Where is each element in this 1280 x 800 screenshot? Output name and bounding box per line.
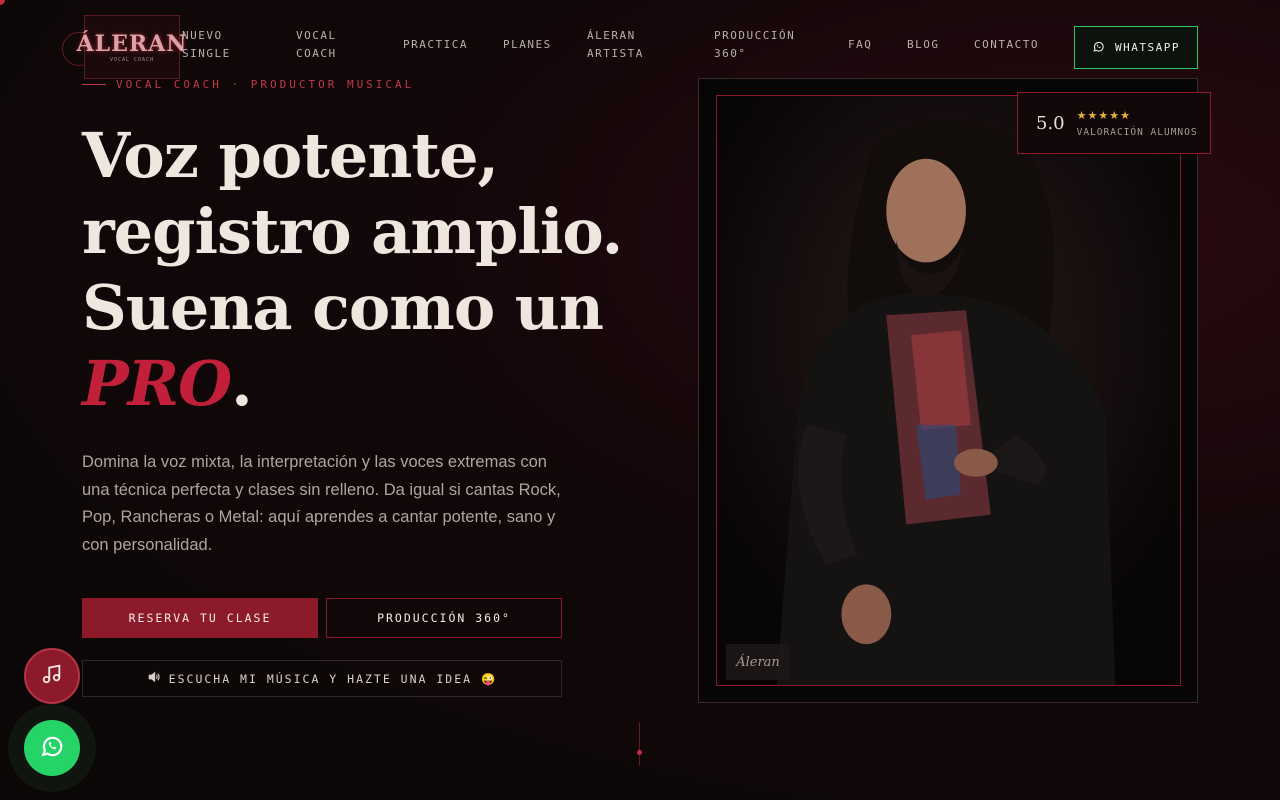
nav-item-contacto[interactable]: CONTACTO [974,36,1039,54]
headline-line-3: Suena como un [82,271,604,344]
hero-eyebrow: VOCAL COACH · PRODUCTOR MUSICAL [82,78,414,91]
listen-music-button[interactable]: ESCUCHA MI MÚSICA Y HAZTE UNA IDEA 😜 [82,660,562,697]
rating-badge: 5.0 ★★★★★ VALORACIÓN ALUMNOS [1017,92,1211,154]
headline-line-2: registro amplio. [82,195,623,268]
speaker-icon [147,670,161,687]
rating-details: ★★★★★ VALORACIÓN ALUMNOS [1077,109,1198,138]
listen-music-label: ESCUCHA MI MÚSICA Y HAZTE UNA IDEA 😜 [168,671,498,686]
corner-dot [0,0,5,5]
logo-subtext: VOCAL COACH [109,57,155,63]
logo[interactable]: ÁLERAN VOCAL COACH [77,15,186,79]
nav-item-practica[interactable]: PRACTICA [403,36,468,54]
rating-label: VALORACIÓN ALUMNOS [1076,126,1198,138]
headline-period: . [231,347,253,420]
nav-item-blog[interactable]: BLOG [907,36,940,54]
music-note-icon [41,663,63,690]
eyebrow-text: VOCAL COACH · PRODUCTOR MUSICAL [116,78,415,91]
photo-caption: Áleran [726,644,790,680]
whatsapp-icon [39,733,65,764]
whatsapp-header-button[interactable]: WHATSAPP [1074,26,1198,69]
whatsapp-icon [1092,40,1105,56]
nav-item-planes[interactable]: PLANES [503,36,552,54]
nav-item-vocal-coach[interactable]: VOCAL COACH [296,27,356,63]
eyebrow-line [82,84,106,85]
whatsapp-floating-button[interactable] [24,720,80,776]
rating-stars: ★★★★★ [1076,109,1131,122]
reserve-class-button[interactable]: RESERVA TU CLASE [82,598,318,638]
nav-item-nuevo-single[interactable]: NUEVO SINGLE [182,27,252,63]
headline-line-1: Voz potente, [82,119,499,192]
scroll-indicator-line [639,722,640,766]
music-player-button[interactable] [24,648,80,704]
hero-headline: Voz potente, registro amplio. Suena como… [82,118,642,422]
headline-highlight: PRO [82,347,232,420]
rating-score: 5.0 [1036,112,1065,134]
logo-text: ÁLERAN [76,31,188,57]
hero-lead-paragraph: Domina la voz mixta, la interpretación y… [82,453,561,554]
nav-item-produccion-360[interactable]: PRODUCCIÓN 360° [714,27,814,63]
produccion-360-button[interactable]: PRODUCCIÓN 360° [326,598,562,638]
whatsapp-header-label: WHATSAPP [1115,41,1180,54]
nav-item-faq[interactable]: FAQ [848,36,872,54]
scroll-indicator-dot [637,750,642,755]
artist-photo [716,95,1181,686]
nav-item-aleran-artista[interactable]: ÁLERAN ARTISTA [587,27,667,63]
